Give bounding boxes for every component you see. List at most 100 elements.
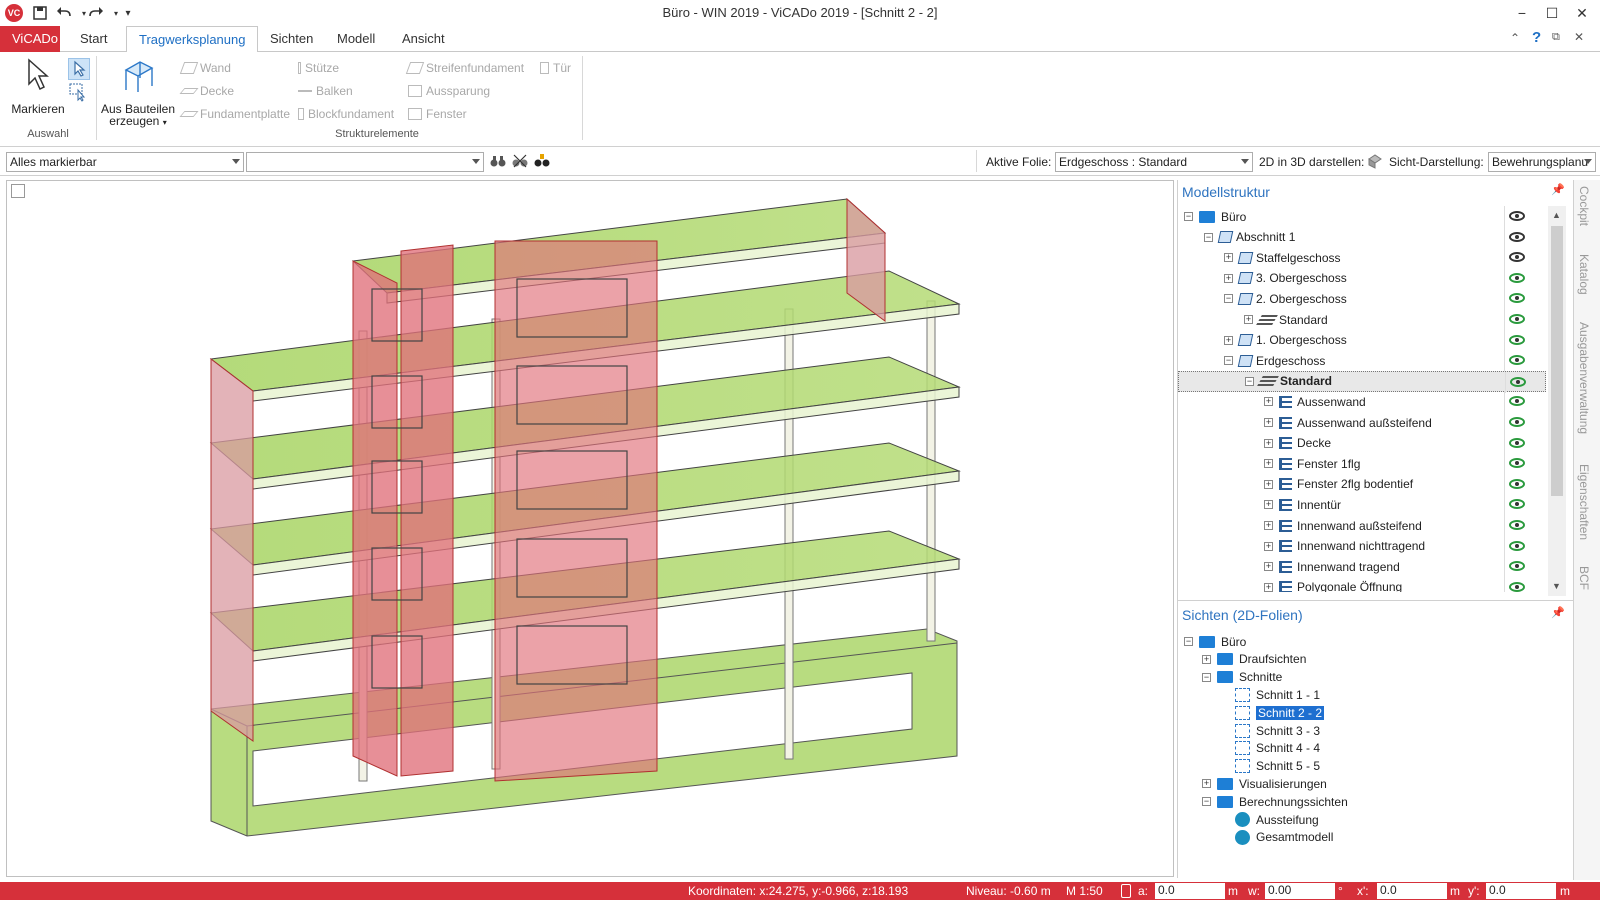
w-input[interactable]: 0.00 [1265, 883, 1335, 899]
tree-item[interactable]: − Erdgeschoss [1178, 350, 1546, 372]
tab-sichten[interactable]: Sichten [258, 26, 325, 52]
side-tab-eigenschaften[interactable]: Eigenschaften [1577, 464, 1591, 540]
visibility-eye-icon[interactable] [1510, 376, 1526, 387]
expand-toggle-icon[interactable]: + [1264, 582, 1273, 592]
visibility-eye-icon[interactable] [1509, 437, 1525, 448]
expand-toggle-icon[interactable]: − [1224, 356, 1233, 366]
expand-toggle-icon[interactable]: − [1202, 797, 1211, 807]
sicht-darstellung-combo[interactable]: Bewehrungsplanu [1488, 152, 1596, 172]
fundamentplatte-button[interactable]: Fundamentplatte [179, 104, 290, 124]
visibility-eye-icon[interactable] [1509, 272, 1525, 283]
expand-toggle-icon[interactable]: + [1224, 253, 1233, 263]
decke-button[interactable]: Decke [179, 81, 290, 101]
close-doc-icon[interactable]: ✕ [1574, 30, 1584, 44]
binoculars-icon[interactable] [490, 153, 506, 169]
expand-toggle-icon[interactable]: − [1184, 637, 1193, 646]
expand-toggle-icon[interactable]: + [1264, 397, 1273, 407]
trash-icon[interactable] [1121, 884, 1131, 898]
visibility-eye-icon[interactable] [1509, 314, 1525, 324]
binoculars-clear-icon[interactable] [512, 153, 528, 169]
visibility-eye-icon[interactable] [1509, 231, 1525, 242]
view-3d-icon[interactable] [1367, 153, 1383, 169]
aussparung-button[interactable]: Aussparung [408, 81, 524, 101]
visibility-eye-icon[interactable] [1509, 396, 1525, 407]
x-input[interactable]: 0.0 [1377, 883, 1447, 899]
tree-item[interactable]: − 2. Obergeschoss [1178, 288, 1546, 310]
restore-doc-icon[interactable]: ⧉ [1552, 31, 1560, 44]
expand-toggle-icon[interactable]: + [1264, 562, 1273, 572]
maximize-button[interactable]: ☐ [1537, 0, 1567, 26]
expand-toggle-icon[interactable]: − [1224, 294, 1233, 304]
side-tab-bcf[interactable]: BCF [1577, 566, 1591, 590]
visibility-eye-icon[interactable] [1509, 581, 1525, 592]
visibility-eye-icon[interactable] [1509, 417, 1525, 427]
tree-item[interactable]: + Innenwand tragend [1178, 556, 1546, 578]
tree-item[interactable]: + Innenwand nichttragend [1178, 535, 1546, 557]
minimize-button[interactable]: − [1507, 0, 1537, 26]
expand-toggle-icon[interactable]: + [1264, 459, 1273, 469]
tab-start[interactable]: Start [68, 26, 119, 52]
wand-button[interactable]: Wand [179, 58, 290, 78]
scroll-down-icon[interactable]: ▼ [1552, 581, 1561, 591]
help-icon[interactable]: ? [1532, 29, 1541, 46]
close-button[interactable]: ✕ [1567, 0, 1597, 26]
expand-toggle-icon[interactable]: + [1264, 418, 1273, 427]
3d-viewport[interactable] [6, 180, 1174, 877]
markieren-button[interactable]: Markieren [10, 56, 66, 116]
tree-scrollbar[interactable]: ▲ ▼ [1548, 206, 1566, 596]
y-input[interactable]: 0.0 [1486, 883, 1556, 899]
tree-item[interactable]: + Standard [1178, 309, 1546, 330]
visibility-eye-icon[interactable] [1509, 540, 1525, 551]
tree-item[interactable]: + Aussenwand außsteifend [1178, 412, 1546, 433]
expand-toggle-icon[interactable]: + [1264, 479, 1273, 489]
tree-item[interactable]: + Decke [1178, 432, 1546, 454]
scroll-up-icon[interactable]: ▲ [1552, 210, 1561, 220]
tree-item[interactable]: − Standard [1178, 370, 1546, 393]
tab-modell[interactable]: Modell [325, 26, 387, 52]
selection-filter-combo[interactable]: Alles markierbar [6, 152, 244, 172]
second-filter-combo[interactable] [246, 152, 484, 172]
tab-ansicht[interactable]: Ansicht [390, 26, 457, 52]
expand-toggle-icon[interactable]: − [1245, 376, 1254, 386]
balken-button[interactable]: Balken [298, 81, 394, 101]
tree-item[interactable]: + Staffelgeschoss [1178, 247, 1546, 269]
expand-toggle-icon[interactable]: + [1264, 521, 1273, 530]
expand-toggle-icon[interactable]: + [1224, 273, 1233, 283]
tree-item[interactable]: Gesamtmodell [1178, 827, 1546, 848]
side-tab-katalog[interactable]: Katalog [1577, 254, 1591, 295]
expand-toggle-icon[interactable]: + [1244, 315, 1253, 324]
visibility-eye-icon[interactable] [1509, 252, 1525, 263]
streifenfundament-button[interactable]: Streifenfundament [405, 58, 524, 78]
visibility-eye-icon[interactable] [1509, 561, 1525, 572]
expand-toggle-icon[interactable]: + [1202, 779, 1211, 789]
tree-item[interactable]: + Fenster 2flg bodentief [1178, 473, 1546, 495]
tree-item[interactable]: + Innenwand außsteifend [1178, 515, 1546, 536]
scrollbar-thumb[interactable] [1551, 226, 1563, 496]
expand-toggle-icon[interactable]: + [1264, 500, 1273, 510]
tree-item[interactable]: +3. Obergeschoss [1178, 267, 1546, 289]
visibility-eye-icon[interactable] [1509, 211, 1525, 221]
visibility-eye-icon[interactable] [1509, 334, 1525, 345]
expand-toggle-icon[interactable]: + [1264, 438, 1273, 448]
pin-icon[interactable]: 📌 [1551, 606, 1565, 619]
tab-tragwerksplanung[interactable]: Tragwerksplanung [126, 26, 259, 53]
collapse-ribbon-icon[interactable]: ⌃ [1510, 31, 1520, 45]
expand-toggle-icon[interactable]: − [1184, 212, 1193, 221]
a-input[interactable]: 0.0 [1155, 883, 1225, 899]
visibility-eye-icon[interactable] [1509, 293, 1525, 304]
binoculars-settings-icon[interactable] [534, 153, 550, 169]
visibility-eye-icon[interactable] [1509, 458, 1525, 469]
tree-item[interactable]: + Innentür [1178, 494, 1546, 516]
expand-toggle-icon[interactable]: + [1202, 654, 1211, 664]
pin-icon[interactable]: 📌 [1551, 183, 1565, 196]
select-pointer-button[interactable] [68, 58, 90, 80]
tree-item[interactable]: + Fenster 1flg [1178, 453, 1546, 475]
side-tab-ausgabenverwaltung[interactable]: Ausgabenverwaltung [1577, 322, 1591, 434]
side-tab-cockpit[interactable]: Cockpit [1577, 186, 1591, 226]
expand-toggle-icon[interactable]: − [1204, 232, 1213, 242]
expand-toggle-icon[interactable]: + [1224, 335, 1233, 345]
tuer-button[interactable]: Tür [540, 58, 571, 78]
stuetze-button[interactable]: Stütze [298, 58, 394, 78]
visibility-eye-icon[interactable] [1509, 355, 1525, 366]
blockfundament-button[interactable]: Blockfundament [298, 104, 394, 124]
